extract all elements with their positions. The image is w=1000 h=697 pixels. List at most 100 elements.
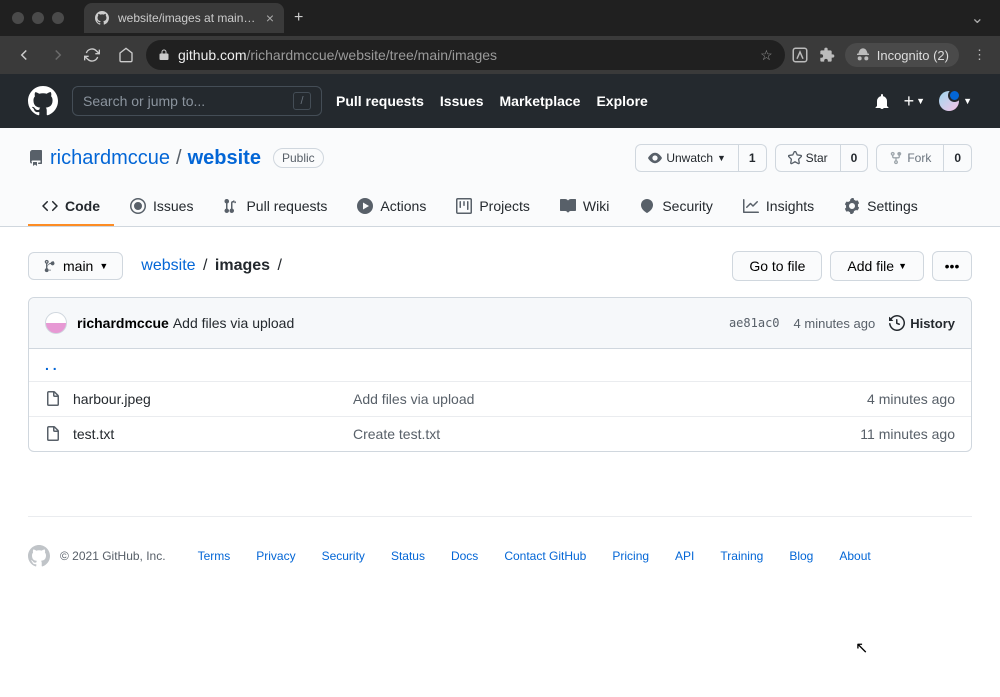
- file-commit-message[interactable]: Create test.txt: [353, 426, 860, 442]
- tab-bar: website/images at main · richar… × + ⌄: [0, 0, 1000, 36]
- back-button[interactable]: [10, 41, 38, 69]
- footer-link-api[interactable]: API: [675, 549, 694, 563]
- close-tab-icon[interactable]: ×: [266, 10, 274, 26]
- breadcrumb-current: images: [215, 257, 270, 274]
- tab-issues[interactable]: Issues: [116, 188, 207, 226]
- footer-link-blog[interactable]: Blog: [789, 549, 813, 563]
- reader-mode-icon[interactable]: [791, 46, 809, 64]
- search-placeholder: Search or jump to...: [83, 93, 205, 109]
- footer-link-pricing[interactable]: Pricing: [612, 549, 649, 563]
- reload-button[interactable]: [78, 41, 106, 69]
- browser-tab[interactable]: website/images at main · richar… ×: [84, 3, 284, 33]
- repo-icon: [28, 150, 44, 166]
- footer-link-docs[interactable]: Docs: [451, 549, 478, 563]
- star-button[interactable]: Star: [775, 144, 841, 172]
- tab-settings[interactable]: Settings: [830, 188, 932, 226]
- file-name-link[interactable]: harbour.jpeg: [73, 391, 353, 407]
- slash-shortcut-icon: /: [293, 92, 311, 110]
- github-favicon-icon: [94, 10, 110, 26]
- new-tab-button[interactable]: +: [294, 9, 303, 27]
- tab-actions[interactable]: Actions: [343, 188, 440, 226]
- github-logo-icon[interactable]: [28, 545, 50, 567]
- path-breadcrumb: website / images /: [141, 257, 285, 275]
- tab-wiki[interactable]: Wiki: [546, 188, 623, 226]
- url-host: github.com: [178, 47, 246, 63]
- nav-marketplace[interactable]: Marketplace: [500, 93, 581, 109]
- file-commit-message[interactable]: Add files via upload: [353, 391, 867, 407]
- tab-projects[interactable]: Projects: [442, 188, 544, 226]
- latest-commit-row: richardmccue Add files via upload ae81ac…: [29, 298, 971, 349]
- url-path: /richardmccue/website/tree/main/images: [246, 47, 497, 63]
- repo-name-link[interactable]: website: [188, 147, 261, 170]
- file-name-link[interactable]: test.txt: [73, 426, 353, 442]
- extensions-icon[interactable]: [819, 47, 835, 63]
- more-options-button[interactable]: •••: [932, 251, 972, 281]
- fork-count[interactable]: 0: [944, 144, 972, 172]
- github-logo-icon[interactable]: [28, 86, 58, 116]
- incognito-indicator[interactable]: Incognito (2): [845, 43, 959, 67]
- watch-count[interactable]: 1: [739, 144, 767, 172]
- caret-down-icon: ▼: [898, 261, 907, 271]
- fork-icon: [889, 151, 903, 165]
- footer-link-security[interactable]: Security: [322, 549, 365, 563]
- path-separator: /: [176, 147, 182, 170]
- nav-pull-requests[interactable]: Pull requests: [336, 93, 424, 109]
- tabs-dropdown-icon[interactable]: ⌄: [971, 8, 992, 28]
- footer-link-terms[interactable]: Terms: [198, 549, 231, 563]
- search-input[interactable]: Search or jump to... /: [72, 86, 322, 116]
- user-menu[interactable]: ▼: [939, 91, 972, 111]
- url-bar: github.com/richardmccue/website/tree/mai…: [0, 36, 1000, 74]
- copyright-text: © 2021 GitHub, Inc.: [60, 549, 166, 563]
- bookmark-star-icon[interactable]: ☆: [760, 47, 773, 64]
- fork-button[interactable]: Fork: [876, 144, 944, 172]
- browser-menu-icon[interactable]: ⋮: [969, 47, 990, 63]
- star-icon: [788, 151, 802, 165]
- footer-link-training[interactable]: Training: [720, 549, 763, 563]
- footer-link-about[interactable]: About: [839, 549, 870, 563]
- file-time: 4 minutes ago: [867, 391, 955, 407]
- commit-author[interactable]: richardmccue: [77, 315, 169, 331]
- visibility-badge: Public: [273, 148, 324, 168]
- caret-down-icon: ▼: [717, 153, 726, 163]
- star-count[interactable]: 0: [841, 144, 869, 172]
- watch-button[interactable]: Unwatch ▼: [635, 144, 739, 172]
- branch-icon: [43, 259, 57, 273]
- tab-insights[interactable]: Insights: [729, 188, 828, 226]
- parent-directory-link[interactable]: . .: [29, 349, 971, 382]
- tab-security[interactable]: Security: [625, 188, 727, 226]
- footer-link-contact-github[interactable]: Contact GitHub: [504, 549, 586, 563]
- forward-button[interactable]: [44, 41, 72, 69]
- add-file-button[interactable]: Add file▼: [830, 251, 924, 281]
- incognito-label: Incognito (2): [877, 48, 949, 63]
- history-link[interactable]: History: [889, 315, 955, 331]
- minimize-window-icon[interactable]: [32, 12, 44, 24]
- lock-icon: [158, 49, 170, 61]
- footer-link-status[interactable]: Status: [391, 549, 425, 563]
- caret-down-icon: ▼: [99, 261, 108, 271]
- create-menu[interactable]: +▼: [904, 91, 925, 112]
- file-row: test.txtCreate test.txt11 minutes ago: [29, 417, 971, 451]
- maximize-window-icon[interactable]: [52, 12, 64, 24]
- home-button[interactable]: [112, 41, 140, 69]
- branch-selector[interactable]: main ▼: [28, 252, 123, 280]
- window-controls: [8, 12, 72, 24]
- breadcrumb-repo[interactable]: website: [141, 257, 195, 274]
- notifications-icon[interactable]: [874, 93, 890, 109]
- close-window-icon[interactable]: [12, 12, 24, 24]
- address-bar[interactable]: github.com/richardmccue/website/tree/mai…: [146, 40, 785, 70]
- go-to-file-button[interactable]: Go to file: [732, 251, 822, 281]
- footer-link-privacy[interactable]: Privacy: [256, 549, 295, 563]
- file-listing: richardmccue Add files via upload ae81ac…: [28, 297, 972, 452]
- repo-owner-link[interactable]: richardmccue: [50, 147, 170, 170]
- tab-code[interactable]: Code: [28, 188, 114, 226]
- file-icon: [45, 391, 61, 407]
- tab-pull-requests[interactable]: Pull requests: [209, 188, 341, 226]
- file-time: 11 minutes ago: [860, 426, 955, 442]
- incognito-icon: [855, 47, 871, 63]
- commit-sha[interactable]: ae81ac0: [729, 316, 780, 330]
- commit-message[interactable]: Add files via upload: [173, 315, 294, 331]
- github-header: Search or jump to... / Pull requests Issu…: [0, 74, 1000, 128]
- commit-avatar-icon[interactable]: [45, 312, 67, 334]
- nav-explore[interactable]: Explore: [596, 93, 647, 109]
- nav-issues[interactable]: Issues: [440, 93, 484, 109]
